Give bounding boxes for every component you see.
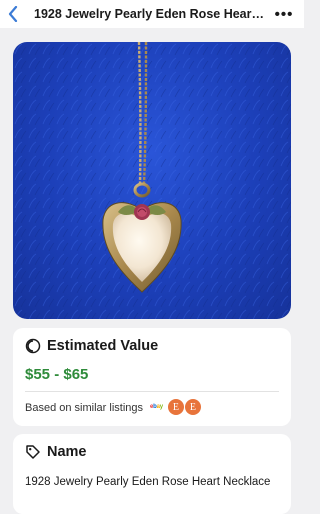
divider [25, 391, 279, 392]
more-options-button[interactable]: ••• [264, 0, 304, 28]
necklace-image [13, 42, 291, 319]
tag-icon [26, 445, 40, 459]
item-name: 1928 Jewelry Pearly Eden Rose Heart Neck… [25, 476, 271, 488]
estimated-value-header: Estimated Value [25, 338, 158, 354]
name-label: Name [47, 444, 87, 460]
name-header: Name [25, 444, 87, 460]
basis-text: Based on similar listings [25, 402, 143, 414]
item-photo[interactable] [13, 42, 291, 319]
chevron-left-icon [8, 6, 18, 22]
top-bar: 1928 Jewelry Pearly Eden Rose Heart Neck… [0, 0, 304, 28]
price-range: $55 - $65 [25, 366, 89, 383]
ebay-logo: ebay [150, 404, 163, 410]
back-button[interactable] [0, 0, 26, 28]
estimated-value-card: Estimated Value $55 - $65 Based on simil… [13, 328, 291, 426]
estimated-value-label: Estimated Value [47, 338, 159, 354]
source-logos[interactable]: ebay E E [150, 399, 201, 415]
coin-icon [25, 338, 41, 354]
page-title: 1928 Jewelry Pearly Eden Rose Heart Neck… [34, 7, 264, 21]
etsy-logo: E [184, 399, 201, 415]
etsy-logo: E [167, 399, 184, 415]
name-card: Name 1928 Jewelry Pearly Eden Rose Heart… [13, 434, 291, 514]
